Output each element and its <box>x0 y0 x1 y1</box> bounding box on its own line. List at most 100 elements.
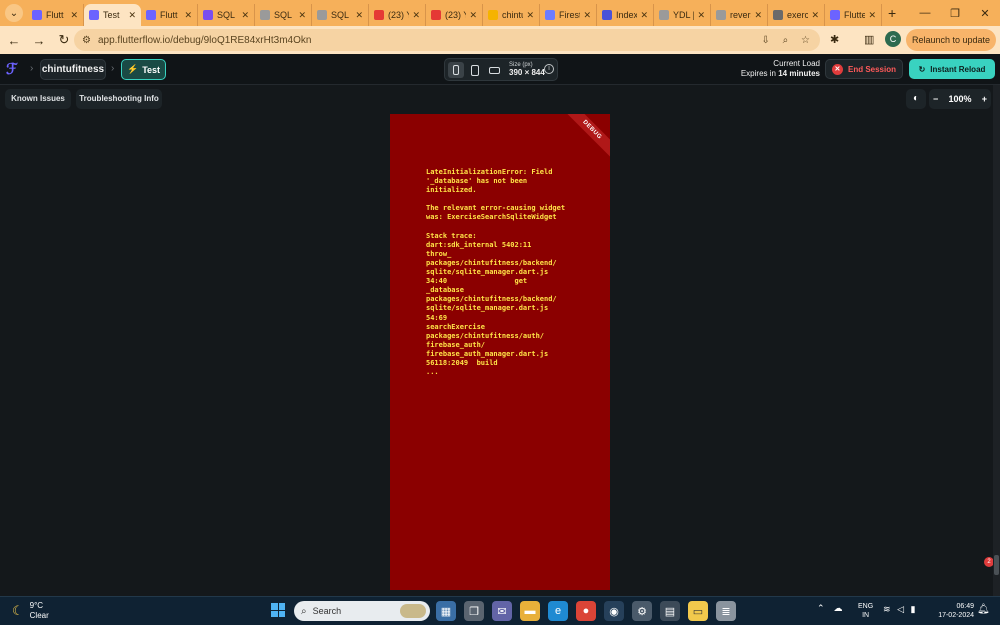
test-mode-button[interactable]: ⚡ Test <box>121 59 166 80</box>
database-icon[interactable]: ≣ <box>716 601 736 621</box>
tab-close-icon[interactable]: ✕ <box>583 10 591 21</box>
zoom-icon[interactable]: ⌕ <box>783 35 789 46</box>
browser-tab[interactable]: SQL ✕ <box>312 4 369 26</box>
browser-tab[interactable]: YDL | A✕ <box>654 4 711 26</box>
search-highlight-image <box>400 604 426 618</box>
browser-tab[interactable]: Flutterl✕ <box>825 4 882 26</box>
system-clock[interactable]: 06:49 17-02-2024 <box>934 602 974 620</box>
zoom-out-button[interactable]: − <box>933 94 938 104</box>
teams-chat-icon[interactable]: ✉ <box>492 601 512 621</box>
tab-close-icon[interactable]: ✕ <box>355 10 363 21</box>
forward-icon[interactable]: → <box>28 33 50 48</box>
tab-close-icon[interactable]: ✕ <box>526 10 534 21</box>
tab-favicon-icon <box>659 10 669 20</box>
tab-close-icon[interactable]: ✕ <box>697 10 705 21</box>
chevron-right-icon: › <box>111 63 115 74</box>
tab-close-icon[interactable]: ✕ <box>754 10 762 21</box>
extensions-icon[interactable]: ✱ <box>830 33 839 46</box>
tab-label: (23) You <box>445 10 466 20</box>
tab-close-icon[interactable]: ✕ <box>298 10 306 21</box>
browser-tab[interactable]: reverse✕ <box>711 4 768 26</box>
cloud-icon[interactable]: ☁ <box>834 603 843 614</box>
tab-close-icon[interactable]: ✕ <box>640 10 648 21</box>
browser-tab[interactable]: Flutt ✕ <box>27 4 84 26</box>
install-app-icon[interactable]: ⇩ <box>761 35 769 46</box>
browser-tab[interactable]: Flutt ✕ <box>141 4 198 26</box>
settings-gear-icon[interactable]: ⚙ <box>632 601 652 621</box>
system-status-icons[interactable]: ≋ ◁ ▮ <box>883 604 919 615</box>
browser-tab[interactable]: (23) You✕ <box>369 4 426 26</box>
instant-reload-button[interactable]: ↻ Instant Reload <box>909 59 995 79</box>
sticky-notes-icon[interactable]: ▭ <box>688 601 708 621</box>
tab-close-icon[interactable]: ✕ <box>469 10 477 21</box>
address-bar[interactable]: ⚙ app.flutterflow.io/debug/9loQ1RE84xrHt… <box>74 29 820 51</box>
widgets-app-icon[interactable]: ▦ <box>436 601 456 621</box>
dark-mode-toggle-icon[interactable]: ◐ <box>906 89 926 109</box>
scrollbar-thumb[interactable] <box>994 555 999 575</box>
calculator-icon[interactable]: ▤ <box>660 601 680 621</box>
tab-close-icon[interactable]: ✕ <box>184 10 192 21</box>
browser-tab[interactable]: chintufi✕ <box>483 4 540 26</box>
chrome-canary-icon[interactable]: ◉ <box>604 601 624 621</box>
moon-icon: ☾ <box>12 603 24 618</box>
tab-close-icon[interactable]: ✕ <box>241 10 249 21</box>
known-issues-button[interactable]: Known Issues <box>5 89 71 109</box>
close-window-icon[interactable]: ✕ <box>970 7 1000 20</box>
browser-tab[interactable]: Test ✕ <box>84 4 141 26</box>
restore-icon[interactable]: ❐ <box>940 7 970 20</box>
reload-icon[interactable]: ↻ <box>53 32 75 48</box>
zoom-value: 100% <box>948 94 972 104</box>
edge-browser-icon[interactable]: e <box>548 601 568 621</box>
language-indicator[interactable]: ENG IN <box>858 602 873 620</box>
browser-tab[interactable]: SQL ✕ <box>255 4 312 26</box>
back-icon[interactable]: ← <box>3 33 25 48</box>
side-panel-icon[interactable]: ▥ <box>864 33 874 46</box>
tab-close-icon[interactable]: ✕ <box>811 10 819 21</box>
phone-device-icon[interactable] <box>448 62 464 78</box>
clock-date: 17-02-2024 <box>938 612 974 619</box>
chevron-up-icon[interactable]: ⌃ <box>817 603 825 614</box>
task-view-icon[interactable]: ❐ <box>464 601 484 621</box>
chevron-right-icon: › <box>30 63 34 74</box>
browser-tab[interactable]: Index |✕ <box>597 4 654 26</box>
zoom-in-button[interactable]: + <box>982 94 987 104</box>
browser-tab[interactable]: SQL ✕ <box>198 4 255 26</box>
project-name-button[interactable]: chintufitness <box>40 59 106 80</box>
desktop-device-icon[interactable] <box>486 62 502 78</box>
page-scrollbar[interactable] <box>993 85 1000 596</box>
tablet-device-icon[interactable] <box>467 62 483 78</box>
tab-label: Test <box>103 10 120 20</box>
taskbar-search[interactable]: ⌕ Search <box>294 601 430 621</box>
end-session-button[interactable]: ✕ End Session <box>825 59 903 79</box>
weather-widget[interactable]: ☾ 9°C Clear <box>12 601 49 621</box>
file-explorer-icon[interactable]: ▬ <box>520 601 540 621</box>
relaunch-button[interactable]: Relaunch to update <box>906 29 996 51</box>
tab-favicon-icon <box>773 10 783 20</box>
windows-start-icon[interactable] <box>271 603 285 617</box>
browser-tab[interactable]: exercis✕ <box>768 4 825 26</box>
windows-taskbar: ☾ 9°C Clear ⌕ Search ▦ ❐ ✉ ▬ e ● ◉ ⚙ ▤ ▭… <box>0 596 1000 625</box>
tab-close-icon[interactable]: ✕ <box>70 10 78 21</box>
troubleshooting-info-button[interactable]: Troubleshooting Info <box>76 89 162 109</box>
chrome-browser-icon[interactable]: ● <box>576 601 596 621</box>
info-icon[interactable]: i <box>544 64 554 74</box>
new-tab-button[interactable]: + <box>888 5 896 21</box>
size-info: Size (px) 390 × 844 <box>509 61 545 77</box>
tab-close-icon[interactable]: ✕ <box>868 10 876 21</box>
profile-avatar[interactable]: C <box>885 31 901 47</box>
tab-favicon-icon <box>203 10 213 20</box>
tab-favicon-icon <box>32 10 42 20</box>
site-info-icon[interactable]: ⚙ <box>82 35 91 46</box>
browser-tab-strip: ⌄ Flutt✕Test✕Flutt✕SQL✕SQL✕SQL✕(23) You✕… <box>0 0 1000 26</box>
tab-search-button[interactable]: ⌄ <box>5 4 23 22</box>
browser-tab[interactable]: (23) You✕ <box>426 4 483 26</box>
tab-favicon-icon <box>260 10 270 20</box>
browser-tab[interactable]: Firesto✕ <box>540 4 597 26</box>
tab-close-icon[interactable]: ✕ <box>412 10 420 21</box>
bookmark-star-icon[interactable]: ☆ <box>801 35 810 46</box>
notification-bell-icon[interactable]: 🔔︎ <box>977 604 990 615</box>
device-preview[interactable]: DEBUG LateInitializationError: Field '_d… <box>390 114 610 590</box>
minimize-icon[interactable]: — <box>910 7 940 19</box>
tab-close-icon[interactable]: ✕ <box>128 10 136 21</box>
flutterflow-logo-icon[interactable]: ℱ <box>6 60 18 78</box>
